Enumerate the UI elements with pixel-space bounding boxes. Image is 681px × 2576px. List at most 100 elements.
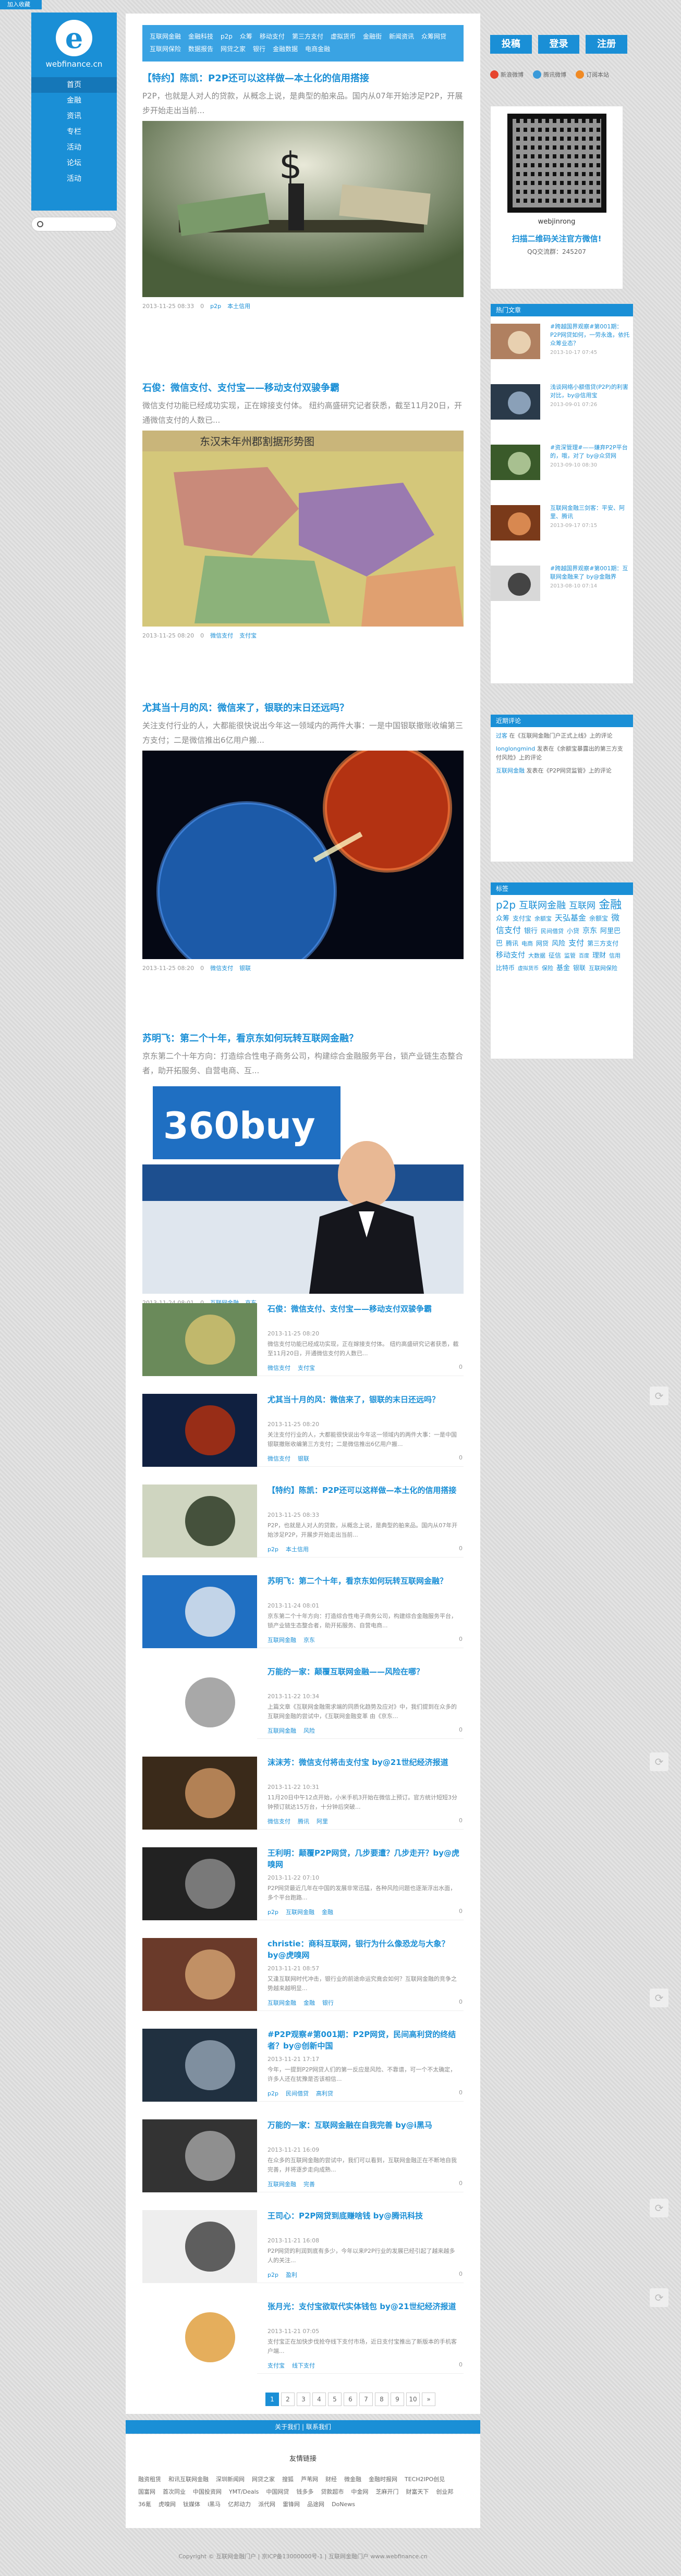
page-link[interactable]: 5 [328,2393,342,2406]
post-tag[interactable]: 高利贷 [316,2090,333,2097]
comment-author[interactable]: longlongmind [496,745,535,752]
share-float-icon[interactable]: ⟳ [650,1752,668,1771]
main-nav-item[interactable]: 互联网保险 [150,45,181,53]
tag-link[interactable]: 第三方支付 [587,940,618,947]
post-title[interactable]: 尤其当十月的风：微信来了，银联的末日还远吗？ [267,1394,464,1405]
submit-button[interactable]: 投稿 [490,35,532,54]
friend-link[interactable]: 虎嗅网 [159,2498,176,2511]
tencent-weibo-link[interactable]: 腾讯微博 [533,70,566,79]
tag-link[interactable]: 保险 [542,965,553,972]
main-nav-item[interactable]: 众筹 [240,33,252,40]
friend-link[interactable]: 搜狐 [282,2473,294,2486]
page-link[interactable]: 6 [344,2393,357,2406]
main-nav-item[interactable]: 银行 [253,45,265,53]
tag-link[interactable]: 监管 [564,952,576,959]
post-thumbnail[interactable] [142,1485,257,1557]
comment-author[interactable]: 过客 [496,732,507,739]
tag-link[interactable]: 腾讯 [506,940,518,947]
page-link[interactable]: 10 [406,2393,420,2406]
post-tag[interactable]: 金融 [303,2000,315,2006]
hot-post-title[interactable]: #跨越国界观察#第001期：互联网金融来了 by@金融界 [550,565,630,581]
friend-link[interactable]: 金融时报网 [369,2473,397,2486]
weibo-link[interactable]: 新浪微博 [490,70,524,79]
main-nav-item[interactable]: 众筹网贷 [421,33,446,40]
share-float-icon[interactable]: ⟳ [650,1387,668,1405]
main-nav-item[interactable]: 金融科技 [188,33,213,40]
tag-link[interactable]: 余额宝 [534,915,552,922]
tag-link[interactable]: 余额宝 [589,915,608,922]
post-thumbnail[interactable] [142,1666,257,1739]
side-dot[interactable] [96,575,108,583]
friend-link[interactable]: 深圳新闻网 [216,2473,245,2486]
page-link[interactable]: 8 [375,2393,388,2406]
post-tag[interactable]: 银行 [322,2000,334,2006]
tag-link[interactable]: 天弘基金 [555,913,586,923]
tag-link[interactable]: 小贷 [567,927,579,935]
tag-link[interactable]: 比特币 [496,964,515,972]
friend-link[interactable]: TECH2IPO创见 [405,2473,445,2486]
tag-link[interactable]: 银联 [573,964,586,972]
post-tag[interactable]: 银联 [298,1455,309,1462]
page-link[interactable]: 4 [312,2393,326,2406]
main-nav-item[interactable]: 新闻资讯 [389,33,414,40]
tag-link[interactable]: 互联网 [569,901,595,911]
friend-link[interactable]: 财经 [325,2473,337,2486]
post-thumbnail[interactable] [142,1938,257,2011]
friend-link[interactable]: 中国网贷 [266,2486,289,2498]
post-tag[interactable]: 线下支付 [292,2362,315,2369]
page-link[interactable]: 7 [359,2393,373,2406]
tag-link[interactable]: 大数据 [528,952,545,959]
post-title[interactable]: 沫沫芳：微信支付将击支付宝 by@21世纪经济报道 [267,1757,464,1768]
post-title[interactable]: 苏明飞：第二个十年，看京东如何玩转互联网金融？ [267,1575,464,1587]
friend-link[interactable]: 贷款超市 [321,2486,344,2498]
side-dot[interactable] [96,591,108,598]
post-tag[interactable]: 互联网金融 [286,1909,314,1916]
post-tag[interactable]: 支付宝 [239,632,257,639]
post-title[interactable]: #P2P观察#第001期：P2P网贷，民间高利贷的终结者？by@创新中国 [267,2029,464,2052]
side-dot[interactable] [96,544,108,551]
tag-link[interactable]: 互联网保险 [589,965,617,972]
post-tag[interactable]: 本土信用 [227,303,250,310]
tag-link[interactable]: 民间借贷 [541,928,564,935]
main-nav-item[interactable]: 移动支付 [260,33,285,40]
tag-link[interactable]: 网贷 [536,940,549,947]
search-input[interactable] [47,220,105,228]
friend-link[interactable]: 和讯互联网金融 [168,2473,209,2486]
tag-link[interactable]: 金融 [599,899,622,912]
search-box[interactable] [31,217,117,231]
main-nav-item[interactable]: 互联网金融 [150,33,181,40]
post-thumbnail[interactable] [142,1847,257,1920]
post-tag[interactable]: 支付宝 [298,1365,315,1371]
main-nav-item[interactable]: 电商金融 [305,45,330,53]
post-thumbnail[interactable] [142,2029,257,2102]
side-dot[interactable] [96,529,108,536]
main-nav-item[interactable]: 第三方支付 [292,33,323,40]
friend-link[interactable]: 中金网 [351,2486,368,2498]
page-link[interactable]: 2 [281,2393,295,2406]
post-tag[interactable]: 风险 [303,1727,315,1734]
left-nav-item[interactable]: 资讯 [31,108,117,124]
post-tag[interactable]: 微信支付 [210,965,233,972]
tag-link[interactable]: 支付 [568,938,584,948]
friend-link[interactable]: DoNews [332,2498,355,2511]
page-link[interactable]: 9 [391,2393,404,2406]
post-title[interactable]: 【特约】陈凯：P2P还可以这样做—本土化的信用搭接 [142,72,464,85]
main-nav-item[interactable]: p2p [221,33,233,40]
friend-link[interactable]: 钛媒体 [183,2498,200,2511]
post-tag[interactable]: 银联 [239,965,251,972]
post-tag[interactable]: 本土信用 [286,1546,309,1553]
post-tag[interactable]: p2p [267,1909,278,1916]
tag-link[interactable]: 征信 [549,952,561,959]
post-title[interactable]: 石俊：微信支付、支付宝——移动支付双骏争霸 [267,1303,464,1315]
hot-post-thumbnail[interactable] [491,566,540,601]
friend-link[interactable]: 钱多多 [296,2486,313,2498]
side-dot[interactable] [96,607,108,614]
tag-link[interactable]: 众筹 [496,915,509,923]
add-favorite-ribbon[interactable]: 加入收藏 [0,0,42,9]
post-title[interactable]: 万能的一家：颠覆互联网金融——风险在哪？ [267,1666,464,1677]
post-tag[interactable]: 互联网金融 [267,2000,296,2006]
post-tag[interactable]: 互联网金融 [267,1637,296,1643]
share-float-icon[interactable]: ⟳ [650,2199,668,2217]
friend-link[interactable]: 芝麻开门 [375,2486,398,2498]
post-tag[interactable]: 盈利 [286,2272,297,2278]
